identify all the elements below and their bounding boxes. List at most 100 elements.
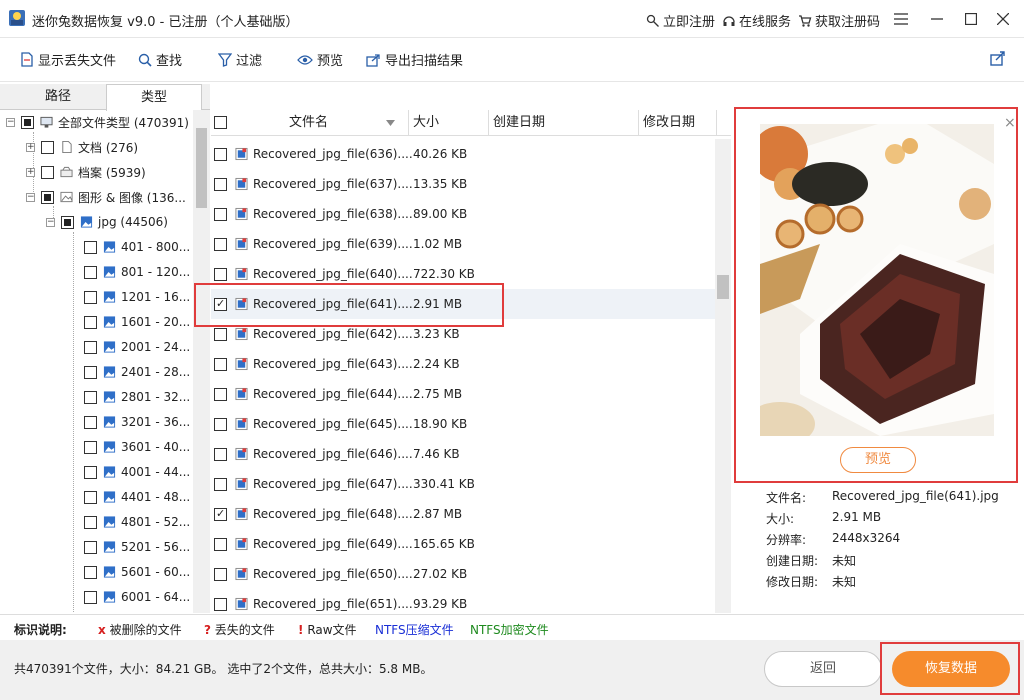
tree-checkbox[interactable] (84, 490, 97, 504)
maximize-button[interactable] (956, 4, 986, 34)
file-row[interactable]: Recovered_jpg_file(644).... 2.75 MB (211, 379, 715, 409)
tree-checkbox[interactable] (84, 265, 97, 279)
tree-item-range[interactable]: 1601 - 20... (84, 311, 190, 333)
file-row[interactable]: Recovered_jpg_file(645).... 18.90 KB (211, 409, 715, 439)
share-button[interactable] (990, 50, 1006, 66)
close-button[interactable] (988, 4, 1018, 34)
file-row[interactable]: Recovered_jpg_file(646).... 7.46 KB (211, 439, 715, 469)
file-row-checkbox[interactable] (214, 447, 227, 461)
file-row-checkbox[interactable] (214, 537, 227, 551)
tree-item-range[interactable]: 3201 - 36... (84, 411, 190, 433)
file-row-checkbox[interactable] (214, 237, 227, 251)
get-code-link[interactable]: 获取注册码 (798, 11, 880, 30)
close-preview-icon[interactable]: × (1004, 115, 1016, 131)
tree-item-documents[interactable]: + 文档 (276) (26, 136, 138, 158)
file-row-checkbox[interactable] (214, 177, 227, 191)
tree-checkbox[interactable] (84, 240, 97, 254)
file-row[interactable]: Recovered_jpg_file(638).... 89.00 KB (211, 199, 715, 229)
filter-button[interactable]: 过滤 (218, 50, 262, 69)
tree-item-range[interactable]: 3601 - 40... (84, 436, 190, 458)
file-row-checkbox[interactable] (214, 567, 227, 581)
column-size[interactable]: 大小 (409, 110, 489, 136)
register-now-link[interactable]: 立即注册 (646, 11, 715, 30)
tree-item-range[interactable]: 2001 - 24... (84, 336, 190, 358)
file-row[interactable]: Recovered_jpg_file(637).... 13.35 KB (211, 169, 715, 199)
file-row-checkbox[interactable] (214, 477, 227, 491)
collapse-icon[interactable]: − (6, 117, 15, 127)
show-lost-files-button[interactable]: 显示丢失文件 (20, 50, 116, 69)
tree-checkbox[interactable] (41, 165, 54, 179)
tree-checkbox[interactable] (84, 390, 97, 404)
tree-item-range[interactable]: 4401 - 48... (84, 486, 190, 508)
column-modified[interactable]: 修改日期 (639, 110, 717, 136)
recover-data-button[interactable]: 恢复数据 (892, 651, 1010, 687)
tree-checkbox[interactable] (84, 290, 97, 304)
tree-checkbox[interactable] (21, 115, 34, 129)
expand-icon[interactable]: + (26, 142, 35, 152)
collapse-icon[interactable]: − (26, 192, 35, 202)
find-button[interactable]: 查找 (138, 50, 182, 69)
expand-icon[interactable]: + (26, 167, 35, 177)
tree-item-graphics[interactable]: − 图形 & 图像 (136... (26, 186, 186, 208)
tree-item-range[interactable]: 5601 - 60... (84, 561, 190, 583)
file-row[interactable]: Recovered_jpg_file(648)....2.87 MB (211, 499, 715, 529)
tree-item-range[interactable]: 4001 - 44... (84, 461, 190, 483)
column-name[interactable]: 文件名 (231, 110, 409, 136)
tab-path[interactable]: 路径 (10, 84, 106, 110)
tree-item-range[interactable]: 6001 - 64... (84, 586, 190, 608)
back-button[interactable]: 返回 (764, 651, 882, 687)
tree-checkbox[interactable] (84, 315, 97, 329)
tree-checkbox[interactable] (84, 515, 97, 529)
preview-toolbar-button[interactable]: 预览 (297, 50, 343, 69)
file-row-checkbox[interactable] (214, 267, 227, 281)
minimize-button[interactable] (922, 4, 952, 34)
tree-item-range[interactable]: 1201 - 16... (84, 286, 190, 308)
collapse-icon[interactable]: − (46, 217, 55, 227)
tree-checkbox[interactable] (84, 465, 97, 479)
tree-checkbox[interactable] (61, 215, 74, 229)
tree-item-range[interactable]: 2801 - 32... (84, 386, 190, 408)
tree-item-jpg[interactable]: − jpg (44506) (46, 211, 168, 233)
file-row-checkbox[interactable] (214, 147, 227, 161)
tree-checkbox[interactable] (84, 540, 97, 554)
tree-checkbox[interactable] (84, 565, 97, 579)
tree-checkbox[interactable] (84, 415, 97, 429)
file-row-checkbox[interactable] (214, 327, 227, 341)
column-created[interactable]: 创建日期 (489, 110, 639, 136)
file-row[interactable]: Recovered_jpg_file(647).... 330.41 KB (211, 469, 715, 499)
file-row[interactable]: Recovered_jpg_file(643).... 2.24 KB (211, 349, 715, 379)
file-row[interactable]: Recovered_jpg_file(649).... 165.65 KB (211, 529, 715, 559)
tree-item-range[interactable]: 401 - 800... (84, 236, 190, 258)
file-row-checkbox[interactable] (214, 357, 227, 371)
file-row-checkbox[interactable] (214, 387, 227, 401)
tree-checkbox[interactable] (41, 190, 54, 204)
tree-item-archives[interactable]: + 档案 (5939) (26, 161, 146, 183)
tree-checkbox[interactable] (84, 340, 97, 354)
tab-type[interactable]: 类型 (106, 84, 202, 111)
tree-item-all-types[interactable]: − 全部文件类型 (470391) (6, 111, 189, 133)
tree-checkbox[interactable] (84, 440, 97, 454)
file-row-checkbox[interactable] (214, 597, 227, 611)
file-row[interactable]: Recovered_jpg_file(651).... 93.29 KB (211, 589, 715, 613)
tree-scrollbar-thumb[interactable] (196, 128, 207, 208)
file-row-checkbox[interactable] (214, 207, 227, 221)
file-row[interactable]: Recovered_jpg_file(650).... 27.02 KB (211, 559, 715, 589)
preview-button[interactable]: 预览 (840, 447, 916, 473)
tree-scrollbar[interactable] (193, 110, 210, 613)
online-service-link[interactable]: 在线服务 (722, 11, 791, 30)
tree-item-range[interactable]: 801 - 120... (84, 261, 190, 283)
tree-checkbox[interactable] (41, 140, 54, 154)
tree-item-range[interactable]: 5201 - 56... (84, 536, 190, 558)
tree-checkbox[interactable] (84, 365, 97, 379)
file-row-checkbox[interactable] (214, 417, 227, 431)
export-results-button[interactable]: 导出扫描结果 (366, 50, 463, 69)
file-row[interactable]: Recovered_jpg_file(636).... 40.26 KB (211, 139, 715, 169)
file-list-scrollbar[interactable] (715, 139, 731, 613)
select-all-checkbox[interactable] (214, 116, 227, 129)
file-row-checkbox[interactable] (214, 507, 227, 521)
tree-item-range[interactable]: 4801 - 52... (84, 511, 190, 533)
tree-item-range[interactable]: 2401 - 28... (84, 361, 190, 383)
file-list-scrollbar-thumb[interactable] (717, 275, 729, 299)
tree-checkbox[interactable] (84, 590, 97, 604)
menu-button[interactable] (886, 4, 916, 34)
